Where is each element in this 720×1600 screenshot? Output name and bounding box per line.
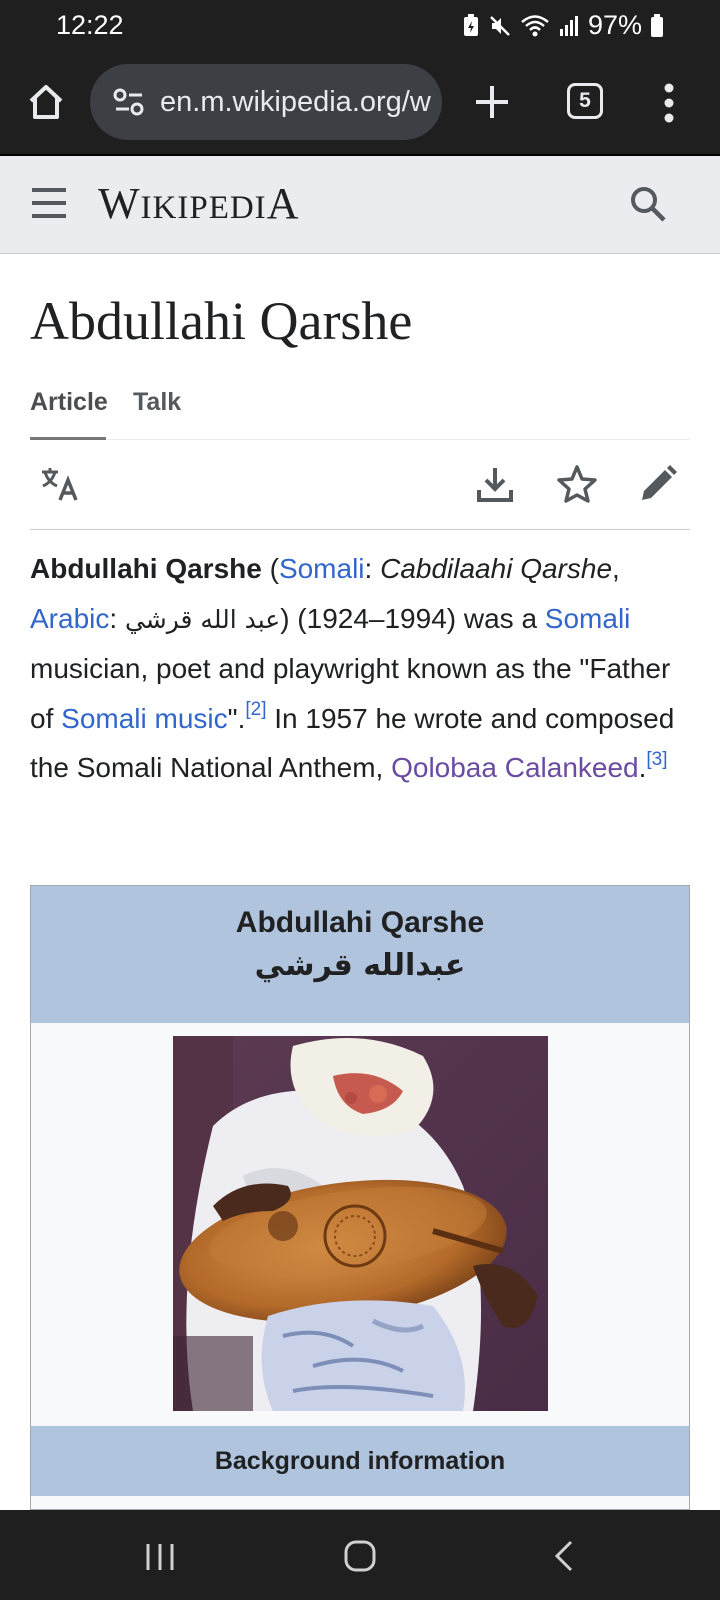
- page-title: Abdullahi Qarshe: [30, 291, 413, 351]
- more-vert-icon: [664, 83, 674, 123]
- tab-article[interactable]: Article: [30, 388, 108, 440]
- battery-saver-icon: [462, 13, 480, 38]
- wifi-icon: [520, 14, 550, 38]
- search-button[interactable]: [628, 184, 668, 224]
- article-intro: Abdullahi Qarshe (Somali: Cabdilaahi Qar…: [30, 544, 692, 793]
- text-run: ) (1924–1994) was a: [280, 602, 545, 634]
- status-bar: 12:22 97%: [0, 0, 720, 52]
- arabic-name: عبد الله قرشي: [124, 604, 281, 634]
- hamburger-icon: [32, 188, 66, 218]
- main-menu-button[interactable]: [30, 186, 68, 220]
- url-text: en.m.wikipedia.org/w: [160, 85, 431, 118]
- recent-apps-button[interactable]: [140, 1538, 180, 1574]
- download-button[interactable]: [475, 464, 515, 504]
- article-subject: Abdullahi Qarshe: [30, 553, 262, 584]
- reference-3[interactable]: [3]: [646, 749, 667, 770]
- oud-player-photo: [173, 1036, 548, 1411]
- link-qolobaa-calankeed[interactable]: Qolobaa Calankeed: [391, 752, 639, 783]
- back-chevron-icon: [554, 1540, 573, 1572]
- new-tab-button[interactable]: [470, 80, 514, 124]
- page-tabs: Article Talk: [30, 388, 690, 440]
- language-button[interactable]: [40, 464, 80, 504]
- somali-name: Cabdilaahi Qarshe: [380, 553, 613, 584]
- reference-2[interactable]: [2]: [245, 699, 266, 720]
- translate-icon: [42, 468, 78, 501]
- back-button[interactable]: [545, 1538, 585, 1574]
- home-nav-button[interactable]: [340, 1538, 380, 1574]
- infobox-header: Abdullahi Qarshe عبدالله قرشي: [31, 886, 689, 1023]
- battery-percent: 97%: [587, 10, 642, 40]
- logo-w: W: [98, 179, 141, 228]
- mute-icon: [488, 14, 512, 38]
- download-icon: [477, 468, 513, 502]
- search-icon: [631, 187, 666, 222]
- text-run: :: [364, 553, 381, 584]
- address-bar[interactable]: en.m.wikipedia.org/w: [90, 64, 442, 140]
- wikipedia-logo[interactable]: WIKIPEDIA: [98, 178, 299, 229]
- link-arabic[interactable]: Arabic: [30, 603, 109, 634]
- battery-icon: [650, 13, 664, 38]
- wikipedia-header: WIKIPEDIA: [0, 156, 720, 254]
- site-settings-icon[interactable]: [112, 85, 146, 119]
- status-time: 12:22: [56, 10, 124, 40]
- logo-a: A: [266, 179, 300, 228]
- infobox: Abdullahi Qarshe عبدالله قرشي Background…: [30, 885, 690, 1510]
- plus-icon: [476, 86, 508, 118]
- system-nav-bar: [0, 1510, 720, 1600]
- pencil-icon: [642, 465, 677, 500]
- link-somali-music[interactable]: Somali music: [61, 703, 227, 734]
- tab-talk[interactable]: Talk: [133, 388, 181, 440]
- link-somali[interactable]: Somali: [545, 603, 631, 634]
- tab-switcher-button[interactable]: 5: [567, 83, 603, 119]
- text-run: (: [261, 553, 279, 584]
- home-icon: [29, 85, 63, 119]
- text-run: ".: [227, 702, 246, 734]
- page-actions: [30, 440, 690, 530]
- watch-button[interactable]: [557, 464, 597, 504]
- text-run: ,: [612, 553, 620, 584]
- browser-menu-button[interactable]: [662, 82, 676, 124]
- home-button[interactable]: [26, 82, 66, 122]
- status-icons: 97%: [462, 10, 664, 41]
- link-somali-language[interactable]: Somali: [279, 553, 365, 584]
- cell-signal-icon: [558, 14, 580, 38]
- home-circle-icon: [344, 1540, 376, 1572]
- edit-button[interactable]: [638, 464, 678, 504]
- infobox-title: Abdullahi Qarshe: [235, 906, 485, 939]
- recents-icon: [146, 1544, 174, 1570]
- star-icon: [557, 465, 597, 503]
- text-run: :: [109, 602, 125, 634]
- logo-mid: IKIPEDI: [140, 190, 267, 226]
- browser-toolbar: en.m.wikipedia.org/w 5: [0, 52, 720, 154]
- infobox-portrait-image[interactable]: [173, 1036, 548, 1411]
- infobox-arabic-title: عبدالله قرشي: [254, 948, 466, 983]
- infobox-section-header: Background information: [31, 1426, 689, 1496]
